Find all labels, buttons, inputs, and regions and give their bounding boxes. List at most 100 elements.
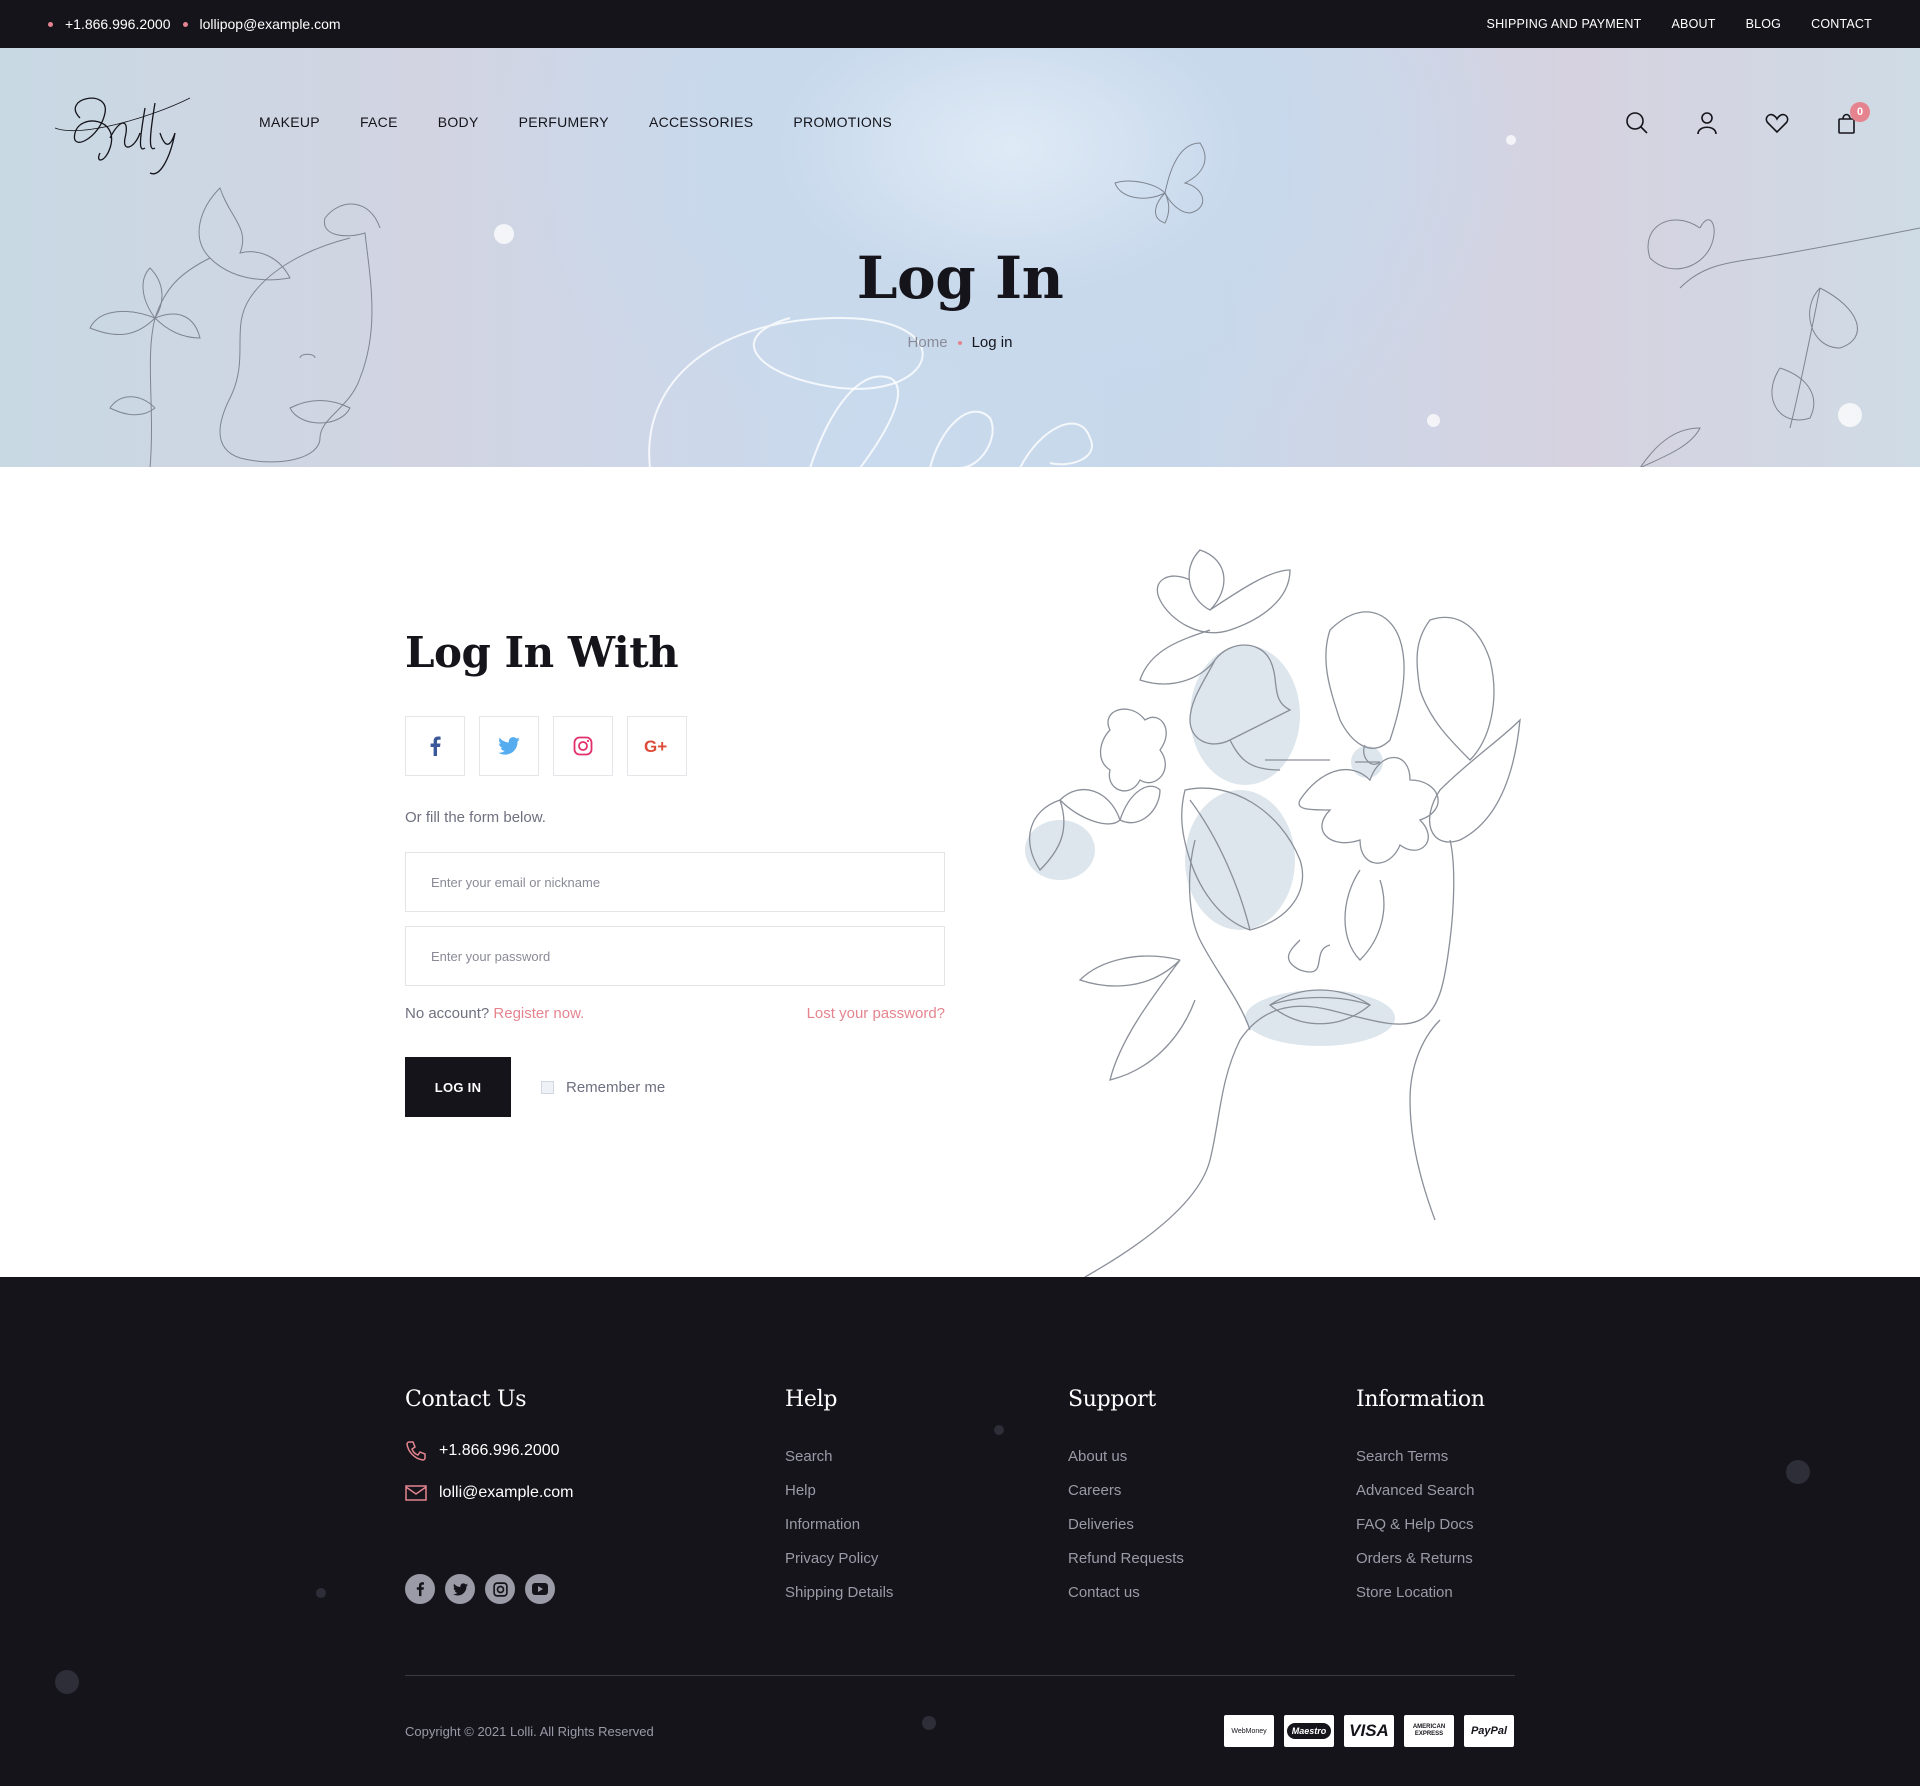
footer-link-refund-requests[interactable]: Refund Requests bbox=[1068, 1542, 1184, 1576]
register-link[interactable]: Register now. bbox=[493, 1005, 584, 1022]
footer-social-links bbox=[405, 1574, 555, 1604]
footer-link-about-us[interactable]: About us bbox=[1068, 1440, 1184, 1474]
top-phone-text: +1.866.996.2000 bbox=[65, 16, 171, 32]
nav-face[interactable]: FACE bbox=[360, 114, 398, 130]
footer-support-title: Support bbox=[1068, 1387, 1156, 1412]
footer-link-deliveries[interactable]: Deliveries bbox=[1068, 1508, 1184, 1542]
youtube-icon bbox=[532, 1583, 548, 1595]
bullet-dot bbox=[48, 21, 53, 27]
password-input[interactable] bbox=[405, 926, 945, 986]
google-plus-login-button[interactable]: G+ bbox=[627, 716, 687, 776]
footer-information-title: Information bbox=[1356, 1387, 1485, 1412]
heart-icon[interactable] bbox=[1764, 110, 1790, 136]
breadcrumb: Home Log in bbox=[0, 334, 1920, 351]
nav-accessories[interactable]: ACCESSORIES bbox=[649, 114, 753, 130]
top-phone[interactable]: +1.866.996.2000 bbox=[48, 16, 171, 32]
search-icon[interactable] bbox=[1624, 110, 1650, 136]
cart-count-badge: 0 bbox=[1850, 102, 1870, 122]
top-contact: +1.866.996.2000 lollipop@example.com bbox=[48, 0, 353, 48]
footer-facebook-link[interactable] bbox=[405, 1574, 435, 1604]
remember-me-checkbox[interactable]: Remember me bbox=[541, 1079, 665, 1096]
breadcrumb-home[interactable]: Home bbox=[908, 334, 948, 351]
lost-password-link[interactable]: Lost your password? bbox=[807, 1005, 945, 1022]
no-account-text: No account? bbox=[405, 1005, 490, 1022]
decor-dot bbox=[994, 1425, 1004, 1435]
checkbox-box[interactable] bbox=[541, 1081, 554, 1094]
facebook-icon bbox=[416, 1582, 424, 1597]
footer-twitter-link[interactable] bbox=[445, 1574, 475, 1604]
instagram-icon bbox=[573, 736, 593, 756]
footer-link-search-terms[interactable]: Search Terms bbox=[1356, 1440, 1485, 1474]
decor-dot bbox=[922, 1716, 936, 1730]
login-button[interactable]: LOG IN bbox=[405, 1057, 511, 1117]
footer-divider bbox=[405, 1675, 1515, 1676]
payment-methods: WebMoney Maestro VISA AMERICAN EXPRESS P… bbox=[1224, 1715, 1514, 1747]
top-link-about[interactable]: ABOUT bbox=[1672, 17, 1716, 31]
top-link-blog[interactable]: BLOG bbox=[1746, 17, 1782, 31]
account-links-row: No account? Register now. Lost your pass… bbox=[405, 1005, 945, 1022]
twitter-icon bbox=[452, 1582, 468, 1595]
logo[interactable] bbox=[50, 78, 200, 178]
header-icons: 0 bbox=[1624, 102, 1870, 136]
amex-icon: AMERICAN EXPRESS bbox=[1404, 1715, 1454, 1747]
footer-link-privacy-policy[interactable]: Privacy Policy bbox=[785, 1542, 893, 1576]
footer-link-shipping-details[interactable]: Shipping Details bbox=[785, 1576, 893, 1610]
breadcrumb-current: Log in bbox=[971, 334, 1013, 351]
footer: Contact Us +1.866.996.2000 lolli@example… bbox=[0, 1277, 1920, 1786]
decor-dot bbox=[1786, 1460, 1810, 1484]
footer-link-search[interactable]: Search bbox=[785, 1440, 893, 1474]
footer-email[interactable]: lolli@example.com bbox=[405, 1484, 574, 1502]
register-prompt: No account? Register now. bbox=[405, 1005, 584, 1022]
breadcrumb-separator bbox=[957, 340, 962, 345]
footer-instagram-link[interactable] bbox=[485, 1574, 515, 1604]
footer-phone-text: +1.866.996.2000 bbox=[439, 1442, 560, 1459]
flower-branch-illustration bbox=[1640, 219, 1920, 467]
nav-promotions[interactable]: PROMOTIONS bbox=[793, 114, 892, 130]
decor-bubble bbox=[1506, 135, 1516, 145]
footer-link-store-location[interactable]: Store Location bbox=[1356, 1576, 1485, 1610]
top-link-shipping[interactable]: SHIPPING AND PAYMENT bbox=[1487, 17, 1642, 31]
twitter-login-button[interactable] bbox=[479, 716, 539, 776]
footer-phone[interactable]: +1.866.996.2000 bbox=[405, 1440, 574, 1462]
decor-bubble bbox=[1427, 414, 1440, 427]
page-header: MAKEUP FACE BODY PERFUMERY ACCESSORIES P… bbox=[0, 48, 1920, 467]
phone-icon bbox=[406, 1441, 426, 1461]
footer-link-help[interactable]: Help bbox=[785, 1474, 893, 1508]
social-login-buttons: G+ bbox=[405, 716, 687, 776]
user-icon[interactable] bbox=[1694, 110, 1720, 136]
nav-makeup[interactable]: MAKEUP bbox=[259, 114, 320, 130]
footer-link-information[interactable]: Information bbox=[785, 1508, 893, 1542]
footer-link-careers[interactable]: Careers bbox=[1068, 1474, 1184, 1508]
cart-icon[interactable]: 0 bbox=[1834, 102, 1870, 136]
email-input[interactable] bbox=[405, 852, 945, 912]
nav-body[interactable]: BODY bbox=[438, 114, 479, 130]
maestro-icon: Maestro bbox=[1284, 1715, 1334, 1747]
top-email[interactable]: lollipop@example.com bbox=[182, 16, 341, 32]
footer-link-orders-returns[interactable]: Orders & Returns bbox=[1356, 1542, 1485, 1576]
decor-dot bbox=[55, 1670, 79, 1694]
woman-flowers-illustration bbox=[1025, 549, 1521, 1277]
top-bar: +1.866.996.2000 lollipop@example.com SHI… bbox=[0, 0, 1920, 48]
footer-contact: Contact Us +1.866.996.2000 lolli@example… bbox=[405, 1387, 574, 1524]
footer-link-advanced-search[interactable]: Advanced Search bbox=[1356, 1474, 1485, 1508]
page-title: Log In bbox=[856, 244, 1064, 312]
footer-information: Information Search Terms Advanced Search… bbox=[1356, 1387, 1485, 1610]
footer-support: Support About us Careers Deliveries Refu… bbox=[1068, 1387, 1184, 1610]
nav-perfumery[interactable]: PERFUMERY bbox=[519, 114, 609, 130]
butterfly-illustration bbox=[1114, 142, 1206, 224]
footer-link-contact-us[interactable]: Contact us bbox=[1068, 1576, 1184, 1610]
footer-contact-title: Contact Us bbox=[405, 1387, 527, 1412]
footer-youtube-link[interactable] bbox=[525, 1574, 555, 1604]
svg-text:G+: G+ bbox=[644, 737, 667, 755]
flower-face-illustration bbox=[89, 187, 381, 467]
footer-email-text: lolli@example.com bbox=[439, 1484, 574, 1501]
twitter-icon bbox=[498, 737, 520, 755]
facebook-icon bbox=[430, 736, 441, 756]
footer-link-faq[interactable]: FAQ & Help Docs bbox=[1356, 1508, 1485, 1542]
visa-icon: VISA bbox=[1344, 1715, 1394, 1747]
instagram-login-button[interactable] bbox=[553, 716, 613, 776]
facebook-login-button[interactable] bbox=[405, 716, 465, 776]
bullet-dot bbox=[182, 21, 188, 27]
top-link-contact[interactable]: CONTACT bbox=[1811, 17, 1872, 31]
main-nav: MAKEUP FACE BODY PERFUMERY ACCESSORIES P… bbox=[259, 114, 892, 130]
